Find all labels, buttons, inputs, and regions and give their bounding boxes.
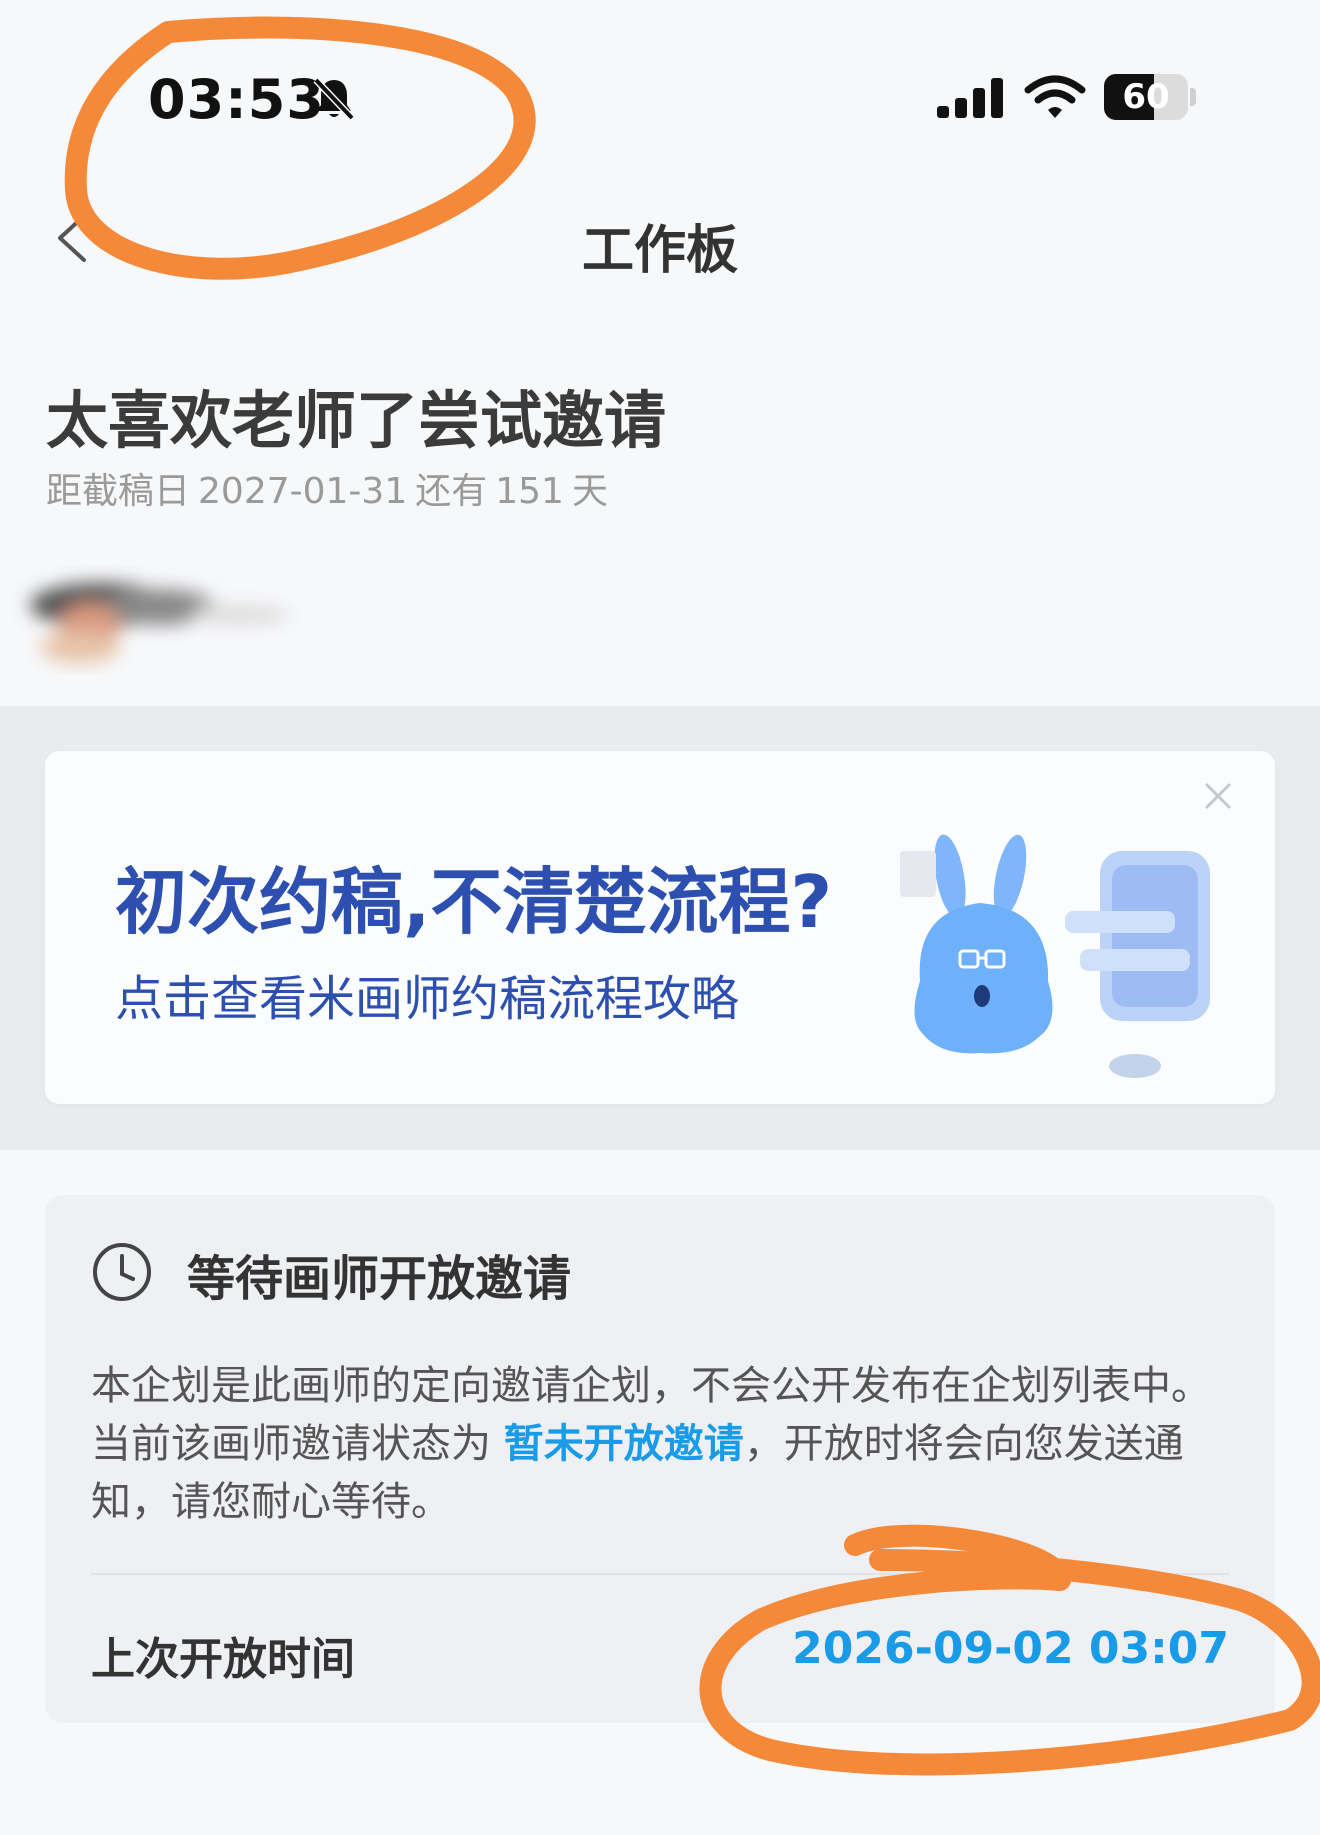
status-time: 03:53 [148, 68, 325, 131]
blurred-artist-avatar[interactable] [10, 565, 320, 675]
deadline-date: 2027-01-31 [198, 471, 408, 512]
battery-level-text: 60 [1122, 77, 1170, 117]
battery-icon: 60 [1104, 74, 1196, 120]
project-title: 太喜欢老师了尝试邀请 [46, 384, 667, 457]
last-open-label: 上次开放时间 [91, 1634, 355, 1685]
deadline-prefix: 距截稿日 [46, 471, 191, 512]
mascot-illustration [900, 834, 1210, 1078]
deadline-info: 距截稿日 2027-01-31 还有 151 天 [46, 462, 616, 514]
last-open-value: 2026-09-02 03:07 [792, 1623, 1229, 1674]
status-highlight: 暂未开放邀请 [503, 1421, 744, 1467]
deadline-mid: 还有 [415, 471, 488, 512]
wifi-icon [1024, 75, 1086, 118]
days-left: 151 [495, 471, 564, 512]
banner-title: 初次约稿,不清楚流程? [115, 860, 833, 944]
bell-slash-icon [313, 77, 355, 121]
page-title: 工作板 [581, 221, 738, 281]
status-description: 本企划是此画师的定向邀请企划，不会公开发布在企划列表中。当前该画师邀请状态为 暂… [91, 1357, 1231, 1531]
status-title: 等待画师开放邀请 [187, 1251, 572, 1307]
invitation-status-card: 等待画师开放邀请 本企划是此画师的定向邀请企划，不会公开发布在企划列表中。当前该… [45, 1195, 1275, 1723]
guide-banner[interactable]: 初次约稿,不清楚流程? 点击查看米画师约稿流程攻略 [45, 751, 1275, 1104]
divider [91, 1573, 1229, 1575]
banner-subtitle: 点击查看米画师约稿流程攻略 [115, 971, 740, 1027]
cellular-signal-icon [937, 78, 1003, 118]
close-icon[interactable] [1203, 781, 1233, 811]
clock-icon [93, 1243, 151, 1301]
days-unit: 天 [571, 471, 608, 512]
